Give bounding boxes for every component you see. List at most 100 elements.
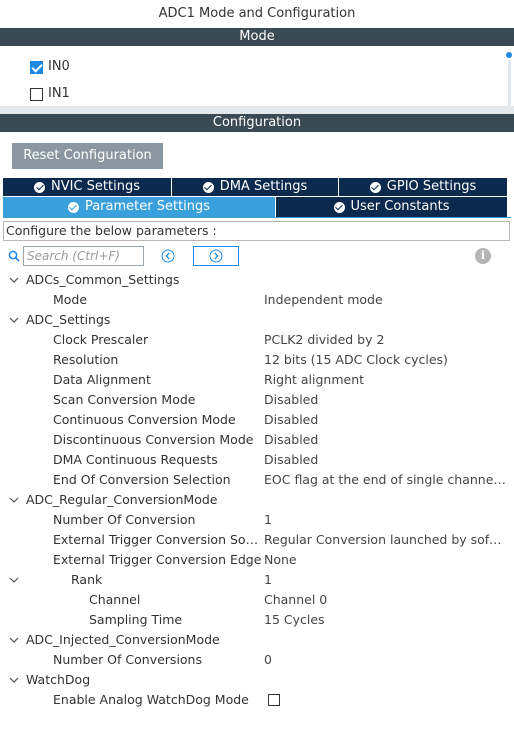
chevron-down-icon[interactable] (9, 315, 19, 325)
tree-label: ADC_Regular_ConversionMode (26, 492, 218, 507)
mode-list (0, 46, 514, 106)
parameters-description: Configure the below parameters : (3, 221, 510, 241)
tree-label: Discontinuous Conversion Mode (53, 432, 254, 447)
info-icon[interactable]: i (475, 248, 491, 264)
tab-dma-label: DMA Settings (219, 179, 308, 194)
tree-label: Clock Prescaler (53, 332, 149, 347)
tree-label: WatchDog (26, 672, 91, 687)
search-input[interactable]: Search (Ctrl+F) (23, 246, 144, 266)
tree-group-watchdog[interactable]: WatchDog (0, 670, 514, 690)
tree-value[interactable]: Right alignment (264, 370, 506, 390)
tree-group-adc-regular-conversionmode[interactable]: ADC_Regular_ConversionMode (0, 490, 514, 510)
chevron-down-icon[interactable] (9, 635, 19, 645)
tree-label: Continuous Conversion Mode (53, 412, 236, 427)
tab-gpio-settings[interactable]: GPIO Settings (339, 178, 507, 196)
chevron-down-icon[interactable] (9, 675, 19, 685)
check-circle-icon (202, 181, 214, 193)
check-circle-icon (34, 181, 45, 193)
tab-user-constants-label: User Constants (350, 199, 450, 214)
tree-label: Mode (53, 292, 88, 307)
tree-row-external-trigger-conversion-source[interactable]: External Trigger Conversion Sour... Regu… (0, 530, 514, 550)
tree-row-end-of-conversion-selection[interactable]: End Of Conversion Selection EOC flag at … (0, 470, 514, 490)
tab-parameter-settings[interactable]: Parameter Settings (3, 197, 275, 217)
in0-checkbox[interactable] (30, 60, 43, 74)
tabs-underline (3, 217, 511, 218)
tab-nvic-settings[interactable]: NVIC Settings (3, 178, 171, 196)
tree-value[interactable]: EOC flag at the end of single channel c.… (264, 470, 506, 490)
tree-value[interactable]: 0 (264, 650, 506, 670)
tree-label: Enable Analog WatchDog Mode (53, 692, 249, 707)
tree-label: Number Of Conversion (53, 512, 196, 527)
tree-label: ADCs_Common_Settings (26, 272, 180, 287)
tree-row-number-of-conversions[interactable]: Number Of Conversions 0 (0, 650, 514, 670)
tree-value[interactable]: 1 (264, 510, 506, 530)
tree-row-data-alignment[interactable]: Data Alignment Right alignment (0, 370, 514, 390)
reset-configuration-button[interactable]: Reset Configuration (12, 143, 163, 169)
search-previous-button[interactable] (154, 246, 182, 266)
tree-value[interactable]: Channel 0 (264, 590, 506, 610)
check-circle-icon (67, 201, 79, 213)
tree-row-dma-continuous-requests[interactable]: DMA Continuous Requests Disabled (0, 450, 514, 470)
tree-label: External Trigger Conversion Sour... (53, 532, 259, 547)
tree-value[interactable]: Disabled (264, 410, 506, 430)
search-next-button[interactable] (193, 246, 239, 266)
tree-row-scan-conversion-mode[interactable]: Scan Conversion Mode Disabled (0, 390, 514, 410)
tree-label: End Of Conversion Selection (53, 472, 231, 487)
tab-user-constants[interactable]: User Constants (276, 197, 507, 217)
tree-row-discontinuous-conversion-mode[interactable]: Discontinuous Conversion Mode Disabled (0, 430, 514, 450)
mode-scrollbar[interactable] (508, 60, 511, 106)
chevron-left-circle-icon (161, 249, 175, 263)
tree-label: ADC_Injected_ConversionMode (26, 632, 220, 647)
mode-scrollbar-thumb[interactable] (506, 52, 512, 58)
tree-label: External Trigger Conversion Edge (53, 552, 262, 567)
tree-value[interactable]: None (264, 550, 506, 570)
tree-row-external-trigger-conversion-edge[interactable]: External Trigger Conversion Edge None (0, 550, 514, 570)
mode-item-in1[interactable]: IN1 (30, 83, 70, 105)
in0-label: IN0 (48, 59, 70, 74)
tree-value[interactable]: Independent mode (264, 290, 506, 310)
tab-gpio-label: GPIO Settings (386, 179, 477, 194)
tree-row-resolution[interactable]: Resolution 12 bits (15 ADC Clock cycles) (0, 350, 514, 370)
tab-dma-settings[interactable]: DMA Settings (172, 178, 338, 196)
tree-value[interactable]: Disabled (264, 390, 506, 410)
tree-group-adc-injected-conversionmode[interactable]: ADC_Injected_ConversionMode (0, 630, 514, 650)
in1-checkbox[interactable] (30, 87, 43, 101)
mode-item-in0[interactable]: IN0 (30, 56, 70, 78)
tree-value[interactable]: Disabled (264, 430, 506, 450)
tree-value[interactable]: Regular Conversion launched by softw... (264, 530, 506, 550)
tree-label: DMA Continuous Requests (53, 452, 218, 467)
tree-value[interactable]: 15 Cycles (264, 610, 506, 630)
tree-row-channel[interactable]: Channel Channel 0 (0, 590, 514, 610)
tab-parameter-label: Parameter Settings (84, 199, 211, 214)
tree-row-continuous-conversion-mode[interactable]: Continuous Conversion Mode Disabled (0, 410, 514, 430)
tree-value[interactable]: 12 bits (15 ADC Clock cycles) (264, 350, 506, 370)
tree-label: Scan Conversion Mode (53, 392, 196, 407)
tree-row-number-of-conversion[interactable]: Number Of Conversion 1 (0, 510, 514, 530)
tree-label: Resolution (53, 352, 119, 367)
config-section-header: Configuration (0, 114, 514, 132)
tree-value[interactable]: Disabled (264, 450, 506, 470)
tree-row-sampling-time[interactable]: Sampling Time 15 Cycles (0, 610, 514, 630)
chevron-down-icon[interactable] (9, 575, 19, 585)
tree-group-rank[interactable]: Rank 1 (0, 570, 514, 590)
chevron-right-circle-icon (209, 249, 223, 263)
tree-group-adc-settings[interactable]: ADC_Settings (0, 310, 514, 330)
tree-row-clock-prescaler[interactable]: Clock Prescaler PCLK2 divided by 2 (0, 330, 514, 350)
tree-label: Channel (89, 592, 141, 607)
tree-label: Data Alignment (53, 372, 151, 387)
tree-label: ADC_Settings (26, 312, 111, 327)
mode-section-header: Mode (0, 28, 514, 46)
tree-row-mode[interactable]: Mode Independent mode (0, 290, 514, 310)
check-circle-icon (369, 181, 381, 193)
section-divider (0, 106, 514, 114)
search-icon (8, 250, 20, 262)
tree-label: Sampling Time (89, 612, 183, 627)
chevron-down-icon[interactable] (9, 275, 19, 285)
tree-value[interactable]: PCLK2 divided by 2 (264, 330, 506, 350)
tree-group-adcs-common-settings[interactable]: ADCs_Common_Settings (0, 270, 514, 290)
tree-value[interactable]: 1 (264, 570, 506, 590)
tree-row-enable-analog-watchdog-mode[interactable]: Enable Analog WatchDog Mode (0, 690, 514, 710)
enable-watchdog-checkbox[interactable] (268, 694, 280, 706)
chevron-down-icon[interactable] (9, 495, 19, 505)
panel-title: ADC1 Mode and Configuration (158, 6, 356, 21)
